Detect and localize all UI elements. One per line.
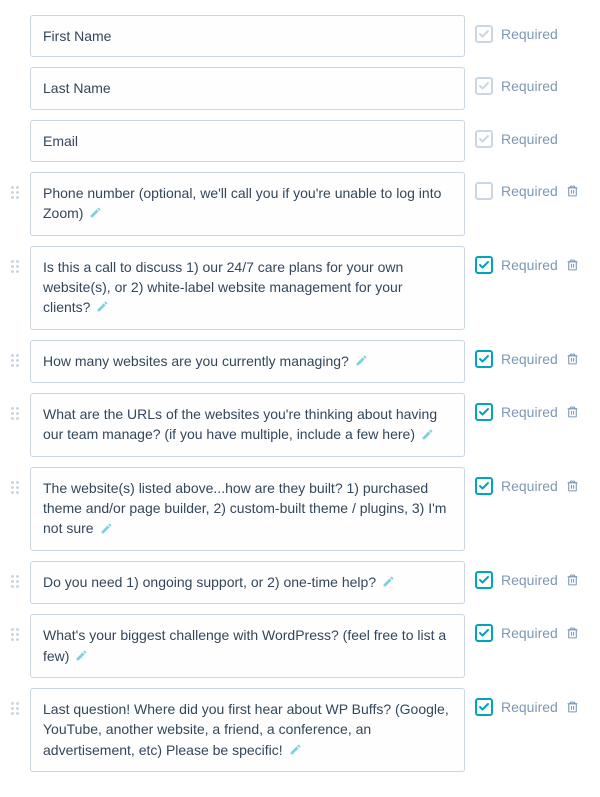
required-label: Required (501, 183, 558, 199)
trash-icon[interactable] (566, 700, 579, 714)
field-row: The website(s) listed above...how are th… (10, 467, 590, 551)
drag-handle[interactable] (10, 688, 20, 715)
required-label: Required (501, 625, 558, 641)
field-box[interactable]: Email (30, 120, 465, 162)
field-label: How many websites are you currently mana… (43, 353, 349, 369)
trash-icon[interactable] (566, 626, 579, 640)
field-label: Last Name (43, 80, 111, 96)
field-label: First Name (43, 28, 111, 44)
field-controls: Required (475, 15, 590, 43)
required-label: Required (501, 699, 558, 715)
required-label: Required (501, 351, 558, 367)
pencil-icon[interactable] (100, 520, 113, 540)
field-controls: Required (475, 393, 590, 421)
required-label: Required (501, 78, 558, 94)
drag-handle[interactable] (10, 172, 20, 199)
field-controls: Required (475, 561, 590, 589)
required-checkbox[interactable] (475, 698, 493, 716)
required-checkbox[interactable] (475, 182, 493, 200)
drag-handle[interactable] (10, 246, 20, 273)
field-row: How many websites are you currently mana… (10, 340, 590, 383)
field-row: Last question! Where did you first hear … (10, 688, 590, 772)
drag-handle[interactable] (10, 340, 20, 367)
required-checkbox[interactable] (475, 477, 493, 495)
field-label: What are the URLs of the websites you're… (43, 406, 437, 442)
field-row: What are the URLs of the websites you're… (10, 393, 590, 457)
field-box[interactable]: What's your biggest challenge with WordP… (30, 614, 465, 678)
trash-icon[interactable] (566, 479, 579, 493)
trash-icon[interactable] (566, 258, 579, 272)
required-label: Required (501, 131, 558, 147)
field-controls: Required (475, 120, 590, 148)
required-checkbox[interactable] (475, 256, 493, 274)
required-label: Required (501, 478, 558, 494)
pencil-icon[interactable] (355, 352, 368, 372)
trash-icon[interactable] (566, 184, 579, 198)
field-controls: Required (475, 67, 590, 95)
pencil-icon[interactable] (382, 573, 395, 593)
field-row: Do you need 1) ongoing support, or 2) on… (10, 561, 590, 604)
field-box[interactable]: Last question! Where did you first hear … (30, 688, 465, 772)
field-row: Is this a call to discuss 1) our 24/7 ca… (10, 246, 590, 330)
field-controls: Required (475, 340, 590, 368)
required-checkbox (475, 25, 493, 43)
field-box[interactable]: How many websites are you currently mana… (30, 340, 465, 383)
field-controls: Required (475, 614, 590, 642)
required-checkbox[interactable] (475, 624, 493, 642)
field-row: Email Required (10, 120, 590, 162)
required-label: Required (501, 257, 558, 273)
required-label: Required (501, 26, 558, 42)
trash-icon[interactable] (566, 405, 579, 419)
form-fields-list: First NameRequiredLast NameRequiredEmail… (10, 15, 590, 772)
field-label: Do you need 1) ongoing support, or 2) on… (43, 574, 376, 590)
field-controls: Required (475, 688, 590, 716)
field-box[interactable]: The website(s) listed above...how are th… (30, 467, 465, 551)
pencil-icon[interactable] (421, 426, 434, 446)
drag-handle[interactable] (10, 467, 20, 494)
field-row: First Name Required (10, 15, 590, 57)
trash-icon[interactable] (566, 573, 579, 587)
required-checkbox (475, 77, 493, 95)
field-controls: Required (475, 246, 590, 274)
field-box[interactable]: First Name (30, 15, 465, 57)
field-row: What's your biggest challenge with WordP… (10, 614, 590, 678)
pencil-icon[interactable] (75, 647, 88, 667)
pencil-icon[interactable] (89, 204, 102, 224)
field-label: Last question! Where did you first hear … (43, 701, 449, 758)
field-box[interactable]: Phone number (optional, we'll call you i… (30, 172, 465, 236)
field-controls: Required (475, 467, 590, 495)
field-row: Phone number (optional, we'll call you i… (10, 172, 590, 236)
pencil-icon[interactable] (289, 741, 302, 761)
field-row: Last Name Required (10, 67, 590, 109)
drag-handle[interactable] (10, 614, 20, 641)
required-checkbox[interactable] (475, 403, 493, 421)
required-checkbox (475, 130, 493, 148)
field-label: Phone number (optional, we'll call you i… (43, 185, 441, 221)
required-label: Required (501, 404, 558, 420)
pencil-icon[interactable] (96, 298, 109, 318)
drag-handle[interactable] (10, 393, 20, 420)
field-label: Email (43, 133, 78, 149)
required-checkbox[interactable] (475, 350, 493, 368)
field-box[interactable]: What are the URLs of the websites you're… (30, 393, 465, 457)
required-label: Required (501, 572, 558, 588)
field-box[interactable]: Do you need 1) ongoing support, or 2) on… (30, 561, 465, 604)
field-controls: Required (475, 172, 590, 200)
field-box[interactable]: Is this a call to discuss 1) our 24/7 ca… (30, 246, 465, 330)
field-box[interactable]: Last Name (30, 67, 465, 109)
field-label: What's your biggest challenge with WordP… (43, 627, 446, 663)
required-checkbox[interactable] (475, 571, 493, 589)
trash-icon[interactable] (566, 352, 579, 366)
drag-handle[interactable] (10, 561, 20, 588)
